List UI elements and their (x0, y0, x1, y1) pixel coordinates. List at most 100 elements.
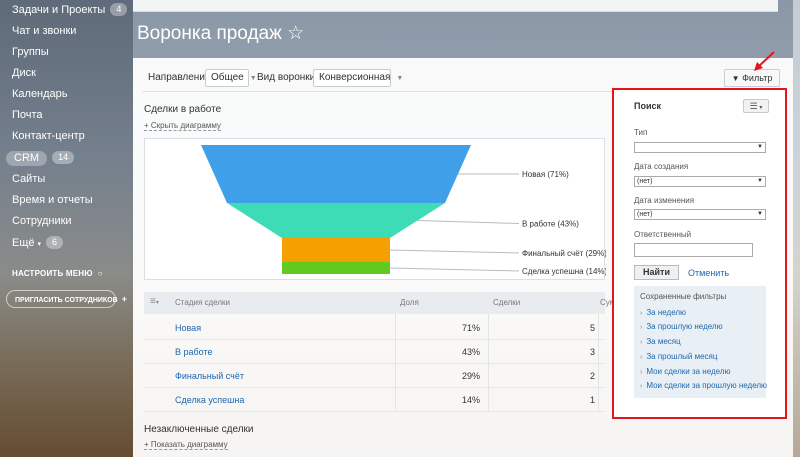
sidebar-item-more[interactable]: Ещё ▾ 6 (12, 235, 64, 251)
configure-menu-link[interactable]: НАСТРОИТЬ МЕНЮ ○ (12, 266, 103, 282)
invite-label: ПРИГЛАСИТЬ СОТРУДНИКОВ (15, 297, 118, 304)
type-label: Тип (634, 128, 648, 137)
created-date-value: (нет) (637, 178, 653, 185)
sidebar-item-calendar[interactable]: Календарь (12, 86, 68, 102)
chevron-down-icon: ▾ (37, 241, 42, 248)
show-diagram-label: Показать диаграмму (150, 440, 228, 449)
funnel-chart-box: Новая (71%) В работе (43%) Финальный счёт … (144, 138, 608, 280)
hide-diagram-link[interactable]: + Скрыть диаграмму (144, 121, 221, 131)
funnel-data-label: Сделка успешна (14%) (522, 267, 606, 276)
responsible-label: Ответственный (634, 230, 692, 239)
stage-link[interactable]: Сделка успешна (175, 395, 244, 405)
saved-filter-item[interactable]: › Мои сделки за прошлую неделю (640, 381, 767, 390)
sidebar-item-tasks[interactable]: Задачи и Проекты 4 (12, 2, 128, 18)
column-divider (598, 314, 599, 412)
funnel-data-label: В работе (43%) (522, 220, 579, 229)
saved-filter-item[interactable]: › За неделю (640, 308, 686, 317)
sidebar-item-label: Сотрудники (12, 215, 72, 227)
top-header-strip (133, 0, 778, 12)
responsible-input[interactable] (634, 243, 753, 257)
menu-icon: ☰ (749, 101, 758, 111)
bullet-icon: › (640, 310, 643, 317)
configure-menu-label: НАСТРОИТЬ МЕНЮ (12, 269, 93, 278)
deals-count: 2 (589, 371, 595, 381)
sidebar-item-contact-center[interactable]: Контакт-центр (12, 128, 85, 144)
funnel-segment (201, 145, 471, 203)
type-select[interactable]: ▼ (634, 142, 766, 153)
chevron-down-icon: ▼ (757, 178, 763, 184)
sidebar-item-disk[interactable]: Диск (12, 65, 36, 81)
deals-count: 3 (589, 347, 595, 357)
created-date-select[interactable]: (нет) ▼ (634, 176, 766, 187)
invite-employees-button[interactable]: ПРИГЛАСИТЬ СОТРУДНИКОВ + (6, 290, 127, 308)
stage-link[interactable]: Новая (175, 323, 201, 333)
saved-filter-label: За прошлый месяц (646, 352, 718, 361)
funnel-chart: Новая (71%) В работе (43%) Финальный счёт … (201, 145, 608, 276)
sidebar: Задачи и Проекты 4 Чат и звонки Группы Ди… (0, 0, 133, 457)
filter-button-label: Фильтр (742, 73, 773, 83)
counter-badge: 4 (110, 3, 128, 16)
funnel-type-select[interactable]: Конверсионная ▼ (313, 69, 403, 87)
stage-link[interactable]: В работе (175, 347, 213, 357)
show-diagram-link[interactable]: + Показать диаграмму (144, 440, 228, 450)
direction-select[interactable]: Общее ▼ (205, 69, 257, 87)
saved-filter-label: Мои сделки за прошлую неделю (646, 381, 768, 390)
sidebar-item-chat[interactable]: Чат и звонки (12, 23, 76, 39)
bullet-icon: › (640, 383, 643, 390)
modified-date-label: Дата изменения (634, 196, 695, 205)
saved-filter-label: Мои сделки за неделю (646, 367, 731, 376)
direction-value: Общее (211, 72, 244, 83)
chevron-down-icon: ▾ (757, 105, 763, 111)
table-settings-icon[interactable]: ≡▾ (150, 296, 159, 307)
deals-count: 1 (589, 395, 595, 405)
bullet-icon: › (640, 369, 643, 376)
saved-filter-item[interactable]: › За прошлый месяц (640, 352, 717, 361)
sidebar-item-time-reports[interactable]: Время и отчеты (12, 192, 93, 208)
modified-date-select[interactable]: (нет) ▼ (634, 209, 766, 220)
funnel-leader-line (389, 267, 520, 272)
bullet-icon: › (640, 354, 643, 361)
filter-menu-button[interactable]: ☰ ▾ (743, 99, 769, 113)
funnel-type-value: Конверсионная (319, 72, 391, 83)
share-value: 43% (461, 347, 480, 357)
column-header-deals[interactable]: Сделки (493, 298, 520, 307)
column-divider (488, 314, 489, 412)
sidebar-item-label: Чат и звонки (12, 25, 77, 37)
table-row (144, 316, 605, 340)
saved-filter-item[interactable]: › Мои сделки за неделю (640, 367, 731, 376)
sidebar-item-label: Время и отчеты (12, 194, 93, 206)
modified-date-value: (нет) (637, 211, 653, 218)
chevron-down-icon: ▼ (757, 211, 763, 217)
share-value: 71% (461, 323, 480, 333)
table-row (144, 340, 605, 364)
funnel-data-label: Новая (71%) (522, 170, 569, 179)
funnel-segment (282, 238, 390, 262)
cancel-link[interactable]: Отменить (688, 268, 729, 278)
funnel-leader-line (389, 249, 520, 254)
funnel-leader-line (417, 220, 520, 224)
stage-link[interactable]: Финальный счёт (175, 371, 244, 381)
bullet-icon: › (640, 324, 643, 331)
saved-filter-label: За прошлую неделю (646, 322, 723, 331)
sidebar-item-label: Группы (12, 46, 49, 58)
funnel-type-label: Вид воронки: (257, 72, 319, 83)
saved-filter-item[interactable]: › За прошлую неделю (640, 322, 723, 331)
sidebar-item-crm[interactable]: CRM 14 (6, 150, 75, 166)
sidebar-item-groups[interactable]: Группы (12, 44, 49, 60)
find-button[interactable]: Найти (634, 265, 679, 280)
created-date-label: Дата создания (634, 162, 689, 171)
sidebar-item-employees[interactable]: Сотрудники (12, 213, 72, 229)
sidebar-item-mail[interactable]: Почта (12, 107, 43, 123)
column-header-share[interactable]: Доля (400, 298, 419, 307)
chevron-down-icon: ▼ (396, 75, 404, 82)
sidebar-item-label: Календарь (12, 88, 68, 100)
hide-diagram-label: Скрыть диаграмму (150, 121, 221, 130)
chevron-down-icon: ▼ (249, 75, 257, 82)
deals-in-progress-title: Сделки в работе (144, 104, 222, 115)
saved-filter-item[interactable]: › За месяц (640, 337, 681, 346)
direction-label: Направление: (148, 72, 214, 83)
sidebar-item-label: Сайты (12, 173, 46, 185)
column-header-stage[interactable]: Стадия сделки (175, 298, 230, 307)
sidebar-item-sites[interactable]: Сайты (12, 171, 45, 187)
unclosed-deals-title: Незаключенные сделки (144, 424, 254, 435)
